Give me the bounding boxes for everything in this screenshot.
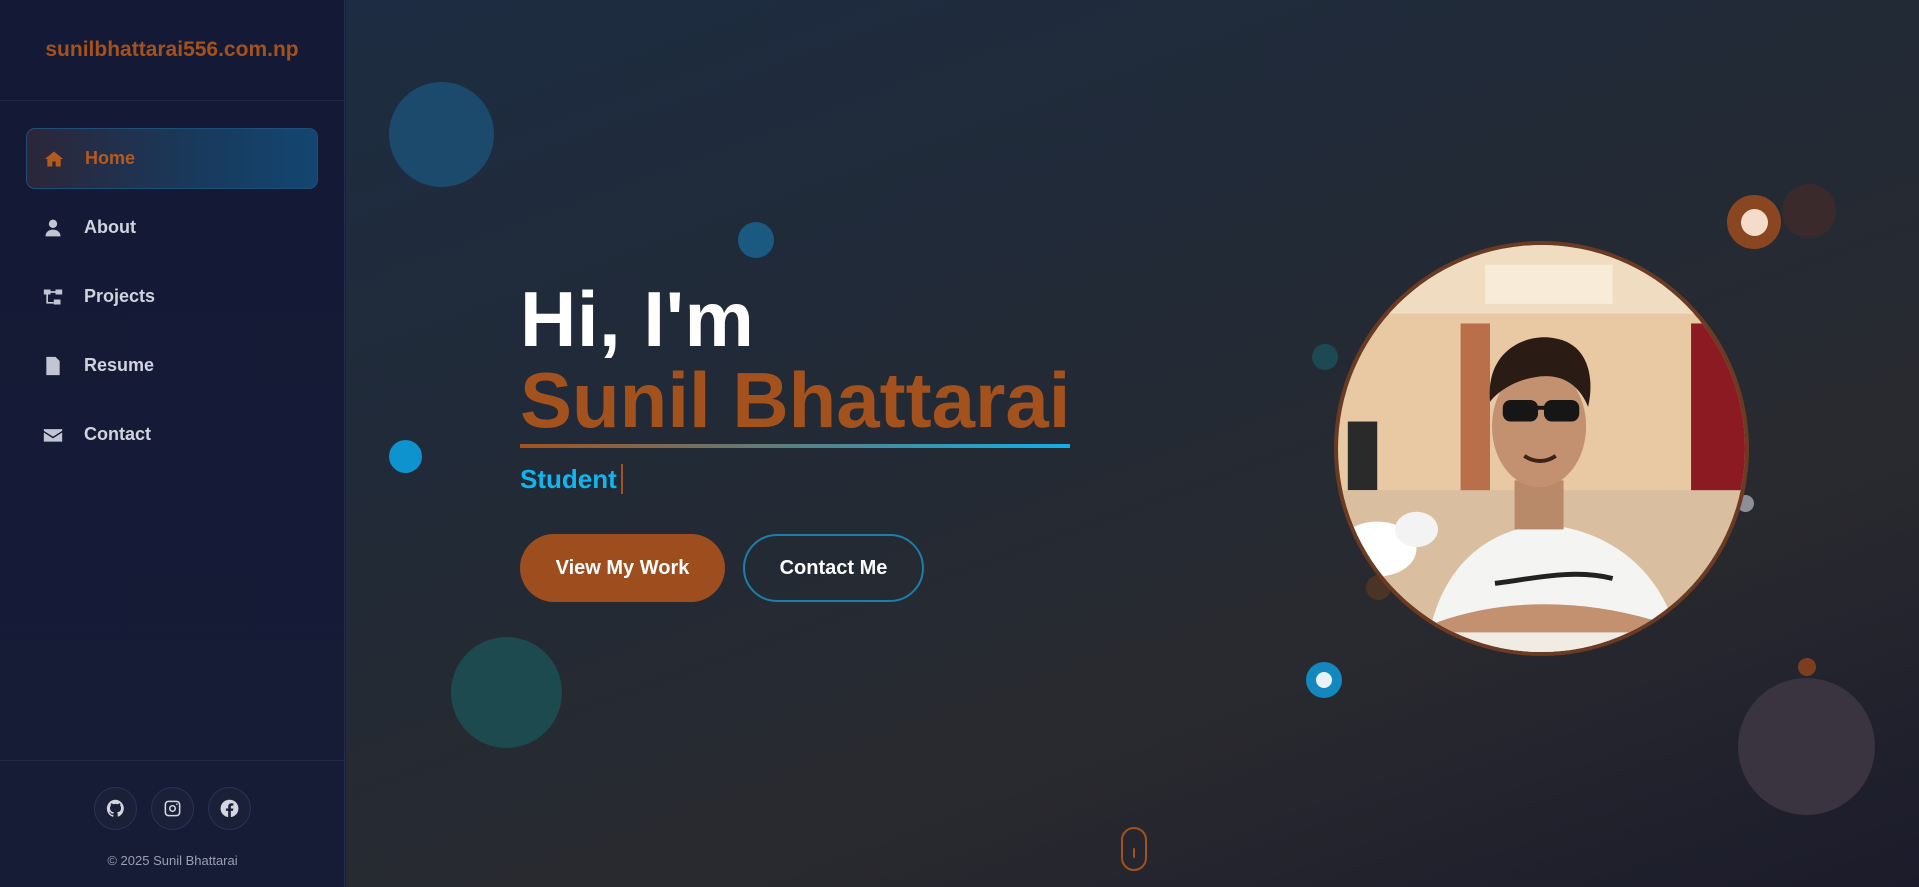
sidebar: sunilbhattarai556.com.np Home About Proj… (0, 0, 345, 887)
decor-bubble (1741, 209, 1768, 236)
hero-text: Hi, I'm Sunil Bhattarai Student View My … (520, 275, 1071, 602)
instagram-icon (164, 800, 181, 817)
sidebar-item-contact[interactable]: Contact (26, 404, 318, 465)
social-links (0, 787, 345, 830)
scroll-wheel-dot (1133, 848, 1135, 858)
file-icon (42, 355, 64, 377)
view-my-work-button[interactable]: View My Work (520, 534, 725, 602)
decor-bubble (1312, 344, 1338, 370)
facebook-icon (220, 799, 239, 818)
github-icon (106, 799, 124, 817)
hero-role: Student (520, 464, 623, 494)
sidebar-item-about[interactable]: About (26, 197, 318, 258)
profile-photo (1334, 241, 1749, 656)
github-link[interactable] (94, 787, 137, 830)
sidebar-item-label: Contact (84, 424, 151, 444)
home-icon (43, 148, 65, 170)
sidebar-item-resume[interactable]: Resume (26, 335, 318, 396)
decor-bubble (451, 637, 562, 748)
decor-bubble (389, 440, 422, 473)
scroll-down-indicator[interactable] (1121, 827, 1147, 871)
sidebar-item-projects[interactable]: Projects (26, 266, 318, 327)
sidebar-item-label: Projects (84, 286, 156, 306)
hero-section: Hi, I'm Sunil Bhattarai Student View My … (346, 0, 1919, 887)
sitemap-icon (42, 286, 64, 308)
user-icon (42, 217, 64, 239)
contact-me-button[interactable]: Contact Me (743, 534, 924, 602)
hero-name: Sunil Bhattarai (520, 358, 1071, 448)
decor-bubble (1316, 672, 1332, 688)
sidebar-item-home[interactable]: Home (26, 128, 318, 189)
envelope-icon (42, 424, 64, 446)
instagram-link[interactable] (151, 787, 194, 830)
facebook-link[interactable] (208, 787, 251, 830)
hero-greeting: Hi, I'm (520, 275, 755, 363)
copyright-text: © 2025 Sunil Bhattarai (107, 853, 238, 868)
decor-bubble (1798, 658, 1816, 676)
profile-photo-illustration (1338, 245, 1745, 652)
decor-bubble (738, 222, 774, 258)
sidebar-item-label: About (84, 217, 136, 237)
sidebar-footer: © 2025 Sunil Bhattarai (0, 760, 345, 887)
decor-bubble (1782, 184, 1836, 238)
sidebar-item-label: Home (85, 148, 136, 168)
brand-title[interactable]: sunilbhattarai556.com.np (0, 0, 344, 101)
decor-bubble (1738, 678, 1875, 815)
sidebar-nav: Home About Projects Resume Contact (0, 101, 344, 465)
hero-actions: View My Work Contact Me (520, 534, 1070, 602)
sidebar-item-label: Resume (84, 355, 155, 375)
decor-bubble (389, 82, 494, 187)
